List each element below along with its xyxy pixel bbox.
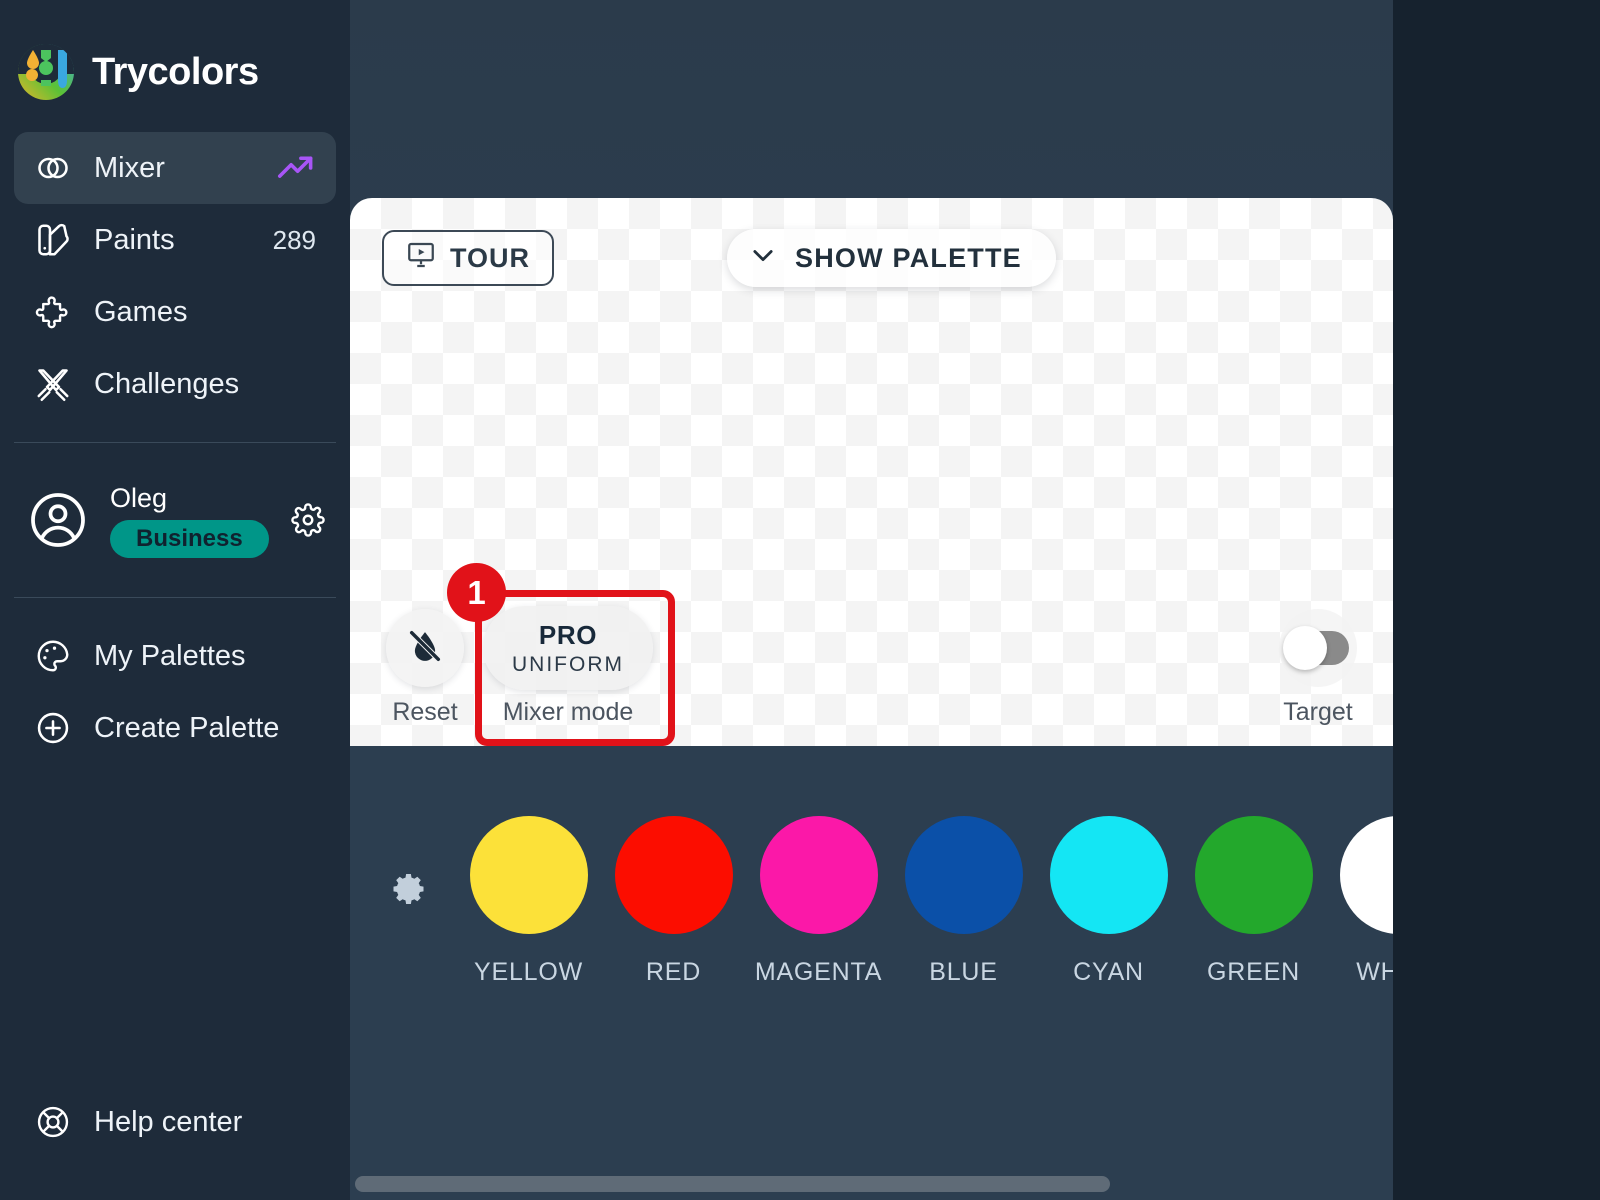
sidebar-item-mixer[interactable]: Mixer [14,132,336,204]
crossed-swords-icon [34,365,72,403]
swatch-dot[interactable] [904,816,1023,934]
tour-button-label: TOUR [450,242,531,273]
swatch-label: GREEN [1207,958,1300,986]
toggle-knob [1283,626,1327,670]
app-root: Trycolors Mixer Paints 289 Games Challen… [0,0,1600,1200]
sidebar-item-my-palettes-label: My Palettes [94,639,246,672]
swatch-label: RED [645,958,702,986]
brand[interactable]: Trycolors [0,0,350,132]
sidebar-item-create-palette-label: Create Palette [94,711,280,744]
sidebar-bottom-pad [0,1158,350,1200]
color-swatch-list: YELLOW RED MAGENTA BLUE CYAN GREEN WH [456,746,1393,987]
swatch-dot[interactable] [469,816,588,934]
mixer-viewport: TOUR SHOW PALETTE Reset PRO UNIFORM Mixe… [350,0,1393,1200]
sidebar-item-challenges-label: Challenges [94,367,240,400]
sidebar-item-my-palettes[interactable]: My Palettes [14,620,336,692]
trending-up-icon [276,155,316,181]
tour-button[interactable]: TOUR [382,230,555,286]
reset-button[interactable] [386,609,464,687]
swatch-label: WHITE [1356,958,1393,986]
user-plan-badge: Business [110,519,269,558]
swatch-dot[interactable] [1339,816,1393,934]
user-meta: Oleg Business [110,483,269,558]
sidebar-item-help-center-label: Help center [94,1105,243,1138]
mixer-mode-secondary: UNIFORM [512,652,624,676]
swatch-label: BLUE [929,958,998,986]
user-section[interactable]: Oleg Business [0,465,350,575]
swatch-dot[interactable] [1049,816,1168,934]
color-swatch-yellow[interactable]: YELLOW [456,746,601,987]
plus-circle-icon [34,709,72,747]
color-swatch-green[interactable]: GREEN [1181,746,1326,987]
swatch-label: MAGENTA [754,958,883,986]
color-swatch-cyan[interactable]: CYAN [1036,746,1181,987]
droplet-slash-icon [406,627,444,670]
chevron-down-icon [749,241,777,276]
horizontal-scrollbar[interactable] [350,1168,1393,1200]
presentation-play-icon [406,240,436,277]
user-name: Oleg [110,482,168,513]
mixer-canvas-panel[interactable]: TOUR SHOW PALETTE Reset PRO UNIFORM Mixe… [350,198,1393,746]
mixer-mode-label: Mixer mode [502,698,634,726]
show-palette-button[interactable]: SHOW PALETTE [727,229,1056,287]
annotation-step-badge: 1 [447,563,506,622]
main-content: TOUR SHOW PALETTE Reset PRO UNIFORM Mixe… [350,0,1600,1200]
mixer-mode-button[interactable]: PRO UNIFORM [483,606,653,690]
paint-swatch-icon [34,221,72,259]
swatch-dot[interactable] [1194,816,1313,934]
mixer-mode-primary: PRO [538,619,598,650]
color-swatch-magenta[interactable]: MAGENTA [746,746,891,987]
toggle-switch-icon[interactable] [1283,626,1349,670]
sidebar-item-paints-label: Paints [94,223,175,256]
trycolors-logo-icon [16,42,76,102]
swatch-dot[interactable] [759,816,878,934]
color-swatch-blue[interactable]: BLUE [891,746,1036,987]
sidebar-item-games-label: Games [94,295,188,328]
lifebuoy-icon [34,1103,72,1141]
gear-icon[interactable] [291,503,325,537]
sidebar-item-help-center[interactable]: Help center [14,1086,336,1158]
swatch-label: CYAN [1073,958,1144,986]
palette-icon [34,637,72,675]
swatch-dot[interactable] [614,816,733,934]
color-swatch-red[interactable]: RED [601,746,746,987]
palette-strip: YELLOW RED MAGENTA BLUE CYAN GREEN WH [350,746,1393,1136]
color-swatch-white[interactable]: WHITE [1326,746,1393,987]
sidebar-item-challenges[interactable]: Challenges [14,348,336,420]
brand-name: Trycolors [92,50,259,93]
target-label: Target [1283,698,1353,726]
palette-settings-gear-icon[interactable] [392,871,428,907]
user-circle-icon [28,490,88,550]
sidebar-divider-bottom [14,597,336,598]
sidebar-item-create-palette[interactable]: Create Palette [14,692,336,764]
show-palette-button-label: SHOW PALETTE [795,242,1022,273]
puzzle-piece-icon [34,293,72,331]
sidebar-item-mixer-label: Mixer [94,151,165,184]
swatch-label: YELLOW [474,958,583,986]
paints-count-badge: 289 [272,224,316,255]
target-toggle-button[interactable] [1279,609,1357,687]
right-gutter [1393,0,1600,1200]
scrollbar-thumb[interactable] [355,1176,1110,1192]
mixer-circles-icon [34,149,72,187]
sidebar-divider-top [14,442,336,443]
sidebar-item-games[interactable]: Games [14,276,336,348]
sidebar: Trycolors Mixer Paints 289 Games Challen… [0,0,350,1200]
sidebar-item-paints[interactable]: Paints 289 [14,204,336,276]
